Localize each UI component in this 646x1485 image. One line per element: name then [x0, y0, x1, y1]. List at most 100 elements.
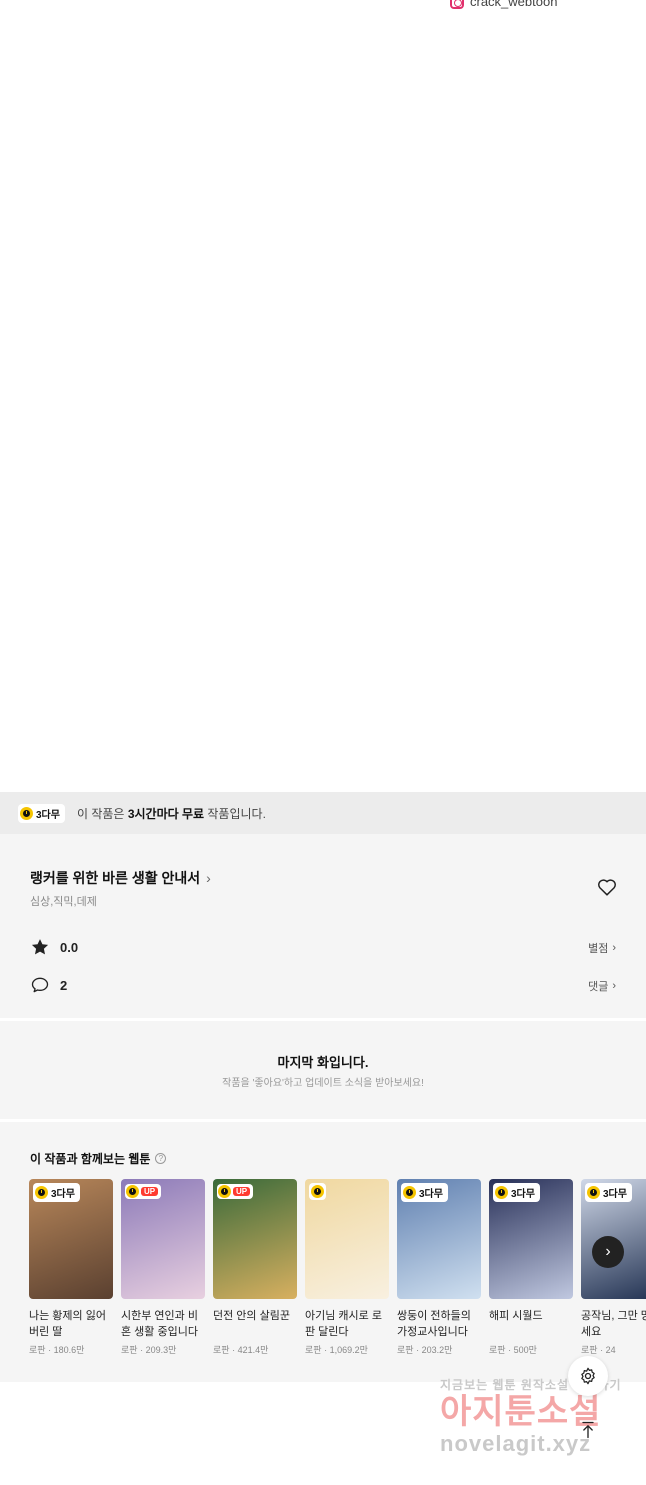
- recommendation-card[interactable]: 3다무공작님, 그만 망하세요로판 · 24: [581, 1179, 646, 1356]
- meta-separator: ·: [413, 1345, 422, 1355]
- cover-thumbnail[interactable]: UP: [213, 1179, 297, 1299]
- clock-icon: [495, 1186, 508, 1199]
- rating-link[interactable]: 별점 ›: [588, 940, 616, 956]
- recommendation-card[interactable]: UP 던전 안의 살림꾼로판 · 421.4만: [213, 1179, 297, 1356]
- card-genre: 로판: [305, 1345, 322, 1355]
- wait-free-badge: 3다무: [493, 1183, 540, 1202]
- recommendation-list: 3다무나는 황제의 잃어버린 딸로판 · 180.6만 UP 시한부 연인과 비혼 …: [29, 1179, 646, 1356]
- rating-link-label: 별점: [588, 943, 609, 955]
- work-info-panel: 랭커를 위한 바른 생활 안내서 › 심상,직믹,데제 0.0 별점 › 2 댓…: [0, 834, 646, 1018]
- card-genre: 로판: [397, 1345, 414, 1355]
- meta-separator: ·: [137, 1345, 146, 1355]
- card-meta: 로판 · 209.3만: [121, 1343, 205, 1356]
- meta-separator: ·: [321, 1345, 330, 1355]
- chevron-right-icon: ›: [612, 980, 616, 992]
- wait-free-badge: 3다무: [18, 803, 65, 823]
- clock-icon: [20, 806, 33, 820]
- meta-separator: ·: [597, 1345, 606, 1355]
- card-title[interactable]: 아기님 캐시로 로판 달린다: [305, 1308, 389, 1340]
- comments-link[interactable]: 댓글 ›: [588, 978, 616, 994]
- wait-free-badge: 3다무: [33, 1183, 80, 1202]
- card-meta: 로판 · 203.2만: [397, 1343, 481, 1356]
- wait-free-badge-label: 3다무: [36, 809, 60, 821]
- recommendation-card[interactable]: 3다무쌍둥이 전하들의 가정교사입니다로판 · 203.2만: [397, 1179, 481, 1356]
- instagram-credit[interactable]: crack_webtoon: [450, 0, 557, 9]
- wait-free-badge: 3다무: [401, 1183, 448, 1202]
- gear-icon: [581, 1367, 595, 1385]
- comment-icon: [31, 977, 49, 993]
- card-genre: 로판: [489, 1345, 506, 1355]
- comments-count: 2: [60, 977, 68, 993]
- comments-link-label: 댓글: [588, 981, 609, 993]
- card-title[interactable]: 시한부 연인과 비혼 생활 중입니다: [121, 1308, 205, 1340]
- card-title[interactable]: 해피 시월드: [489, 1308, 573, 1340]
- card-meta: 로판 · 500만: [489, 1343, 573, 1356]
- clock-icon: [218, 1185, 231, 1198]
- banner-text-bold: 3시간마다 무료: [127, 806, 205, 821]
- settings-button[interactable]: [568, 1356, 608, 1396]
- work-genres: 심상,직믹,데제: [30, 896, 97, 908]
- next-button[interactable]: ›: [592, 1236, 624, 1268]
- card-title[interactable]: 던전 안의 살림꾼: [213, 1308, 297, 1340]
- cover-thumbnail[interactable]: 3다무: [489, 1179, 573, 1299]
- recommendation-card[interactable]: 3다무나는 황제의 잃어버린 딸로판 · 180.6만: [29, 1179, 113, 1356]
- card-views: 1,069.2만: [329, 1345, 368, 1355]
- badge-label: 3다무: [51, 1189, 75, 1200]
- clock-icon: [403, 1186, 416, 1199]
- recommendations-section: 이 작품과 함께보는 웹툰 ? 3다무나는 황제의 잃어버린 딸로판 · 180…: [0, 1122, 646, 1382]
- star-icon: [31, 939, 49, 955]
- comments-row: 2: [30, 975, 67, 995]
- up-badge: UP: [217, 1184, 254, 1199]
- rating-row: 0.0: [30, 937, 78, 957]
- card-genre: 로판: [581, 1345, 598, 1355]
- card-genre: 로판: [29, 1345, 46, 1355]
- free-banner-text: 이 작품은 3시간마다 무료 작품입니다.: [77, 805, 266, 822]
- card-views: 500만: [513, 1345, 537, 1355]
- wait-free-badge: [309, 1183, 326, 1200]
- chevron-right-icon: ›: [206, 870, 211, 886]
- up-badge-label: UP: [233, 1187, 251, 1196]
- clock-icon: [35, 1186, 48, 1199]
- cover-thumbnail[interactable]: 3다무: [397, 1179, 481, 1299]
- card-title[interactable]: 공작님, 그만 망하세요: [581, 1308, 646, 1340]
- recommendation-card[interactable]: UP 시한부 연인과 비혼 생활 중입니다로판 · 209.3만: [121, 1179, 205, 1356]
- arrow-up-icon: [582, 1421, 594, 1439]
- up-badge: UP: [125, 1184, 162, 1199]
- badge-label: 3다무: [419, 1189, 443, 1200]
- banner-text-after: 작품입니다.: [204, 806, 266, 821]
- cover-thumbnail[interactable]: UP: [121, 1179, 205, 1299]
- scroll-top-button[interactable]: [568, 1410, 608, 1450]
- rating-value: 0.0: [60, 939, 79, 955]
- badge-label: 3다무: [603, 1189, 627, 1200]
- instagram-handle: crack_webtoon: [470, 0, 558, 9]
- meta-separator: ·: [505, 1345, 514, 1355]
- up-badge-label: UP: [141, 1187, 159, 1196]
- card-views: 421.4만: [237, 1345, 269, 1355]
- help-icon[interactable]: ?: [155, 1153, 167, 1164]
- last-episode-title: 마지막 화입니다.: [277, 1055, 369, 1070]
- meta-separator: ·: [45, 1345, 54, 1355]
- clock-icon: [126, 1185, 139, 1198]
- card-meta: 로판 · 421.4만: [213, 1343, 297, 1356]
- clock-icon: [587, 1186, 600, 1199]
- chevron-right-icon: ›: [605, 1243, 611, 1260]
- last-episode-subtitle: 작품을 '좋아요'하고 업데이트 소식을 받아보세요!: [222, 1078, 424, 1089]
- recommendation-card[interactable]: 3다무해피 시월드로판 · 500만: [489, 1179, 573, 1356]
- chevron-right-icon: ›: [612, 942, 616, 954]
- card-title[interactable]: 나는 황제의 잃어버린 딸: [29, 1308, 113, 1340]
- card-meta: 로판 · 180.6만: [29, 1343, 113, 1356]
- card-genre: 로판: [121, 1345, 138, 1355]
- clock-icon: [311, 1185, 324, 1198]
- badge-label: 3다무: [511, 1189, 535, 1200]
- instagram-icon: [450, 0, 464, 9]
- card-genre: 로판: [213, 1345, 230, 1355]
- cover-thumbnail[interactable]: [305, 1179, 389, 1299]
- heart-icon[interactable]: [596, 876, 618, 898]
- card-views: 180.6만: [53, 1345, 85, 1355]
- card-title[interactable]: 쌍둥이 전하들의 가정교사입니다: [397, 1308, 481, 1340]
- recommendations-heading: 이 작품과 함께보는 웹툰 ?: [30, 1150, 167, 1167]
- recommendation-card[interactable]: 아기님 캐시로 로판 달린다로판 · 1,069.2만: [305, 1179, 389, 1356]
- work-title-link[interactable]: 랭커를 위한 바른 생활 안내서 ›: [30, 868, 211, 888]
- card-views: 209.3만: [145, 1345, 177, 1355]
- cover-thumbnail[interactable]: 3다무: [29, 1179, 113, 1299]
